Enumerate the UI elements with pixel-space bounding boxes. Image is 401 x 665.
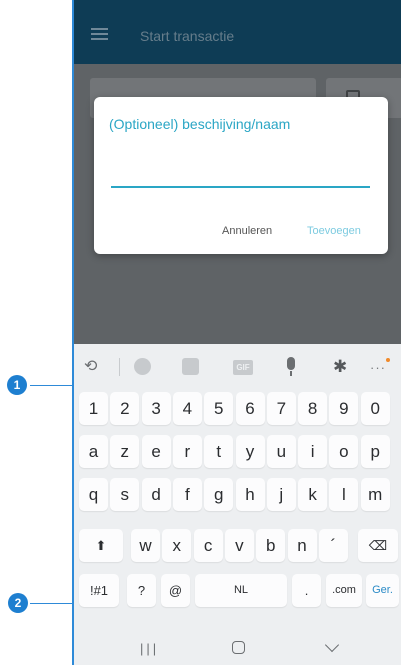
key-row-numbers-6[interactable]: 7 <box>266 392 296 425</box>
keyboard-toolbar: ⟲ GIF ✱ ··· <box>74 344 401 388</box>
add-button[interactable]: Toevoegen <box>307 225 361 237</box>
key-row-1-7[interactable]: i <box>298 435 328 468</box>
key-row-2-1[interactable]: s <box>110 478 140 511</box>
app-bar: Start transactie <box>74 0 401 64</box>
space-key[interactable]: NL <box>195 574 287 607</box>
key-row-1-4[interactable]: t <box>204 435 234 468</box>
key-row-numbers-4[interactable]: 5 <box>204 392 234 425</box>
key-row-numbers-3[interactable]: 4 <box>172 392 202 425</box>
question-key[interactable]: ? <box>127 574 156 607</box>
key-row-3-5[interactable]: n <box>287 529 317 562</box>
system-nav-bar: ||| <box>74 629 401 665</box>
dialog-title: (Optioneel) beschijving/naam <box>109 116 291 132</box>
key-row-numbers-7[interactable]: 8 <box>298 392 328 425</box>
at-key[interactable]: @ <box>161 574 190 607</box>
key-row-2-8[interactable]: l <box>329 478 359 511</box>
key-row-3-4[interactable]: b <box>256 529 286 562</box>
key-row-1-1[interactable]: z <box>110 435 140 468</box>
key-row-3-3[interactable]: v <box>224 529 254 562</box>
key-row-1-9[interactable]: p <box>360 435 390 468</box>
key-row-2-6[interactable]: j <box>266 478 296 511</box>
phone-screen: Start transactie (Optioneel) beschijving… <box>72 0 401 665</box>
key-row-numbers-8[interactable]: 9 <box>329 392 359 425</box>
description-input-underline[interactable] <box>111 186 370 188</box>
back-chevron-icon[interactable] <box>324 637 340 653</box>
app-title: Start transactie <box>140 28 235 44</box>
recent-apps-icon[interactable]: ||| <box>140 641 159 656</box>
symbols-key[interactable]: !#1 <box>79 574 119 607</box>
key-row-3-2[interactable]: c <box>193 529 223 562</box>
translate-icon[interactable]: ⟲ <box>84 357 106 377</box>
key-row-2-3[interactable]: f <box>172 478 202 511</box>
callout-2: 2 <box>8 593 28 613</box>
key-row-1-3[interactable]: r <box>172 435 202 468</box>
key-row-3-6[interactable]: ´ <box>318 529 348 562</box>
description-dialog: (Optioneel) beschijving/naam Annuleren T… <box>94 97 388 254</box>
callout-2-line <box>30 603 74 604</box>
on-screen-keyboard: ⟲ GIF ✱ ··· 1234567890 azertyuiop qsdfghjk… <box>74 344 401 665</box>
emoji-icon[interactable] <box>134 358 151 375</box>
key-row-2-4[interactable]: g <box>204 478 234 511</box>
done-key[interactable]: Ger. <box>366 574 399 607</box>
key-row-numbers-0[interactable]: 1 <box>79 392 108 425</box>
gif-icon[interactable]: GIF <box>233 360 253 375</box>
key-row-numbers-2[interactable]: 3 <box>141 392 171 425</box>
key-row-3-0[interactable]: w <box>131 529 160 562</box>
key-row-numbers-1[interactable]: 2 <box>110 392 140 425</box>
microphone-stem <box>290 371 292 376</box>
home-icon[interactable] <box>232 641 245 654</box>
key-row-1-6[interactable]: u <box>266 435 296 468</box>
backspace-key[interactable]: ⌫ <box>358 529 398 562</box>
hamburger-menu-icon[interactable] <box>91 28 108 40</box>
key-row-2-5[interactable]: h <box>235 478 265 511</box>
key-row-1-8[interactable]: o <box>329 435 359 468</box>
callout-1: 1 <box>7 375 27 395</box>
microphone-icon[interactable] <box>287 357 295 370</box>
key-row-3-1[interactable]: x <box>162 529 192 562</box>
com-key[interactable]: .com <box>326 574 362 607</box>
callout-1-line <box>30 385 74 386</box>
key-row-numbers-9[interactable]: 0 <box>360 392 390 425</box>
more-icon[interactable]: ··· <box>370 360 386 378</box>
cancel-button[interactable]: Annuleren <box>222 225 272 237</box>
key-row-numbers-5[interactable]: 6 <box>235 392 265 425</box>
period-key[interactable]: . <box>292 574 321 607</box>
key-row-2-2[interactable]: d <box>141 478 171 511</box>
sticker-icon[interactable] <box>182 358 199 375</box>
key-row-1-5[interactable]: y <box>235 435 265 468</box>
gear-icon[interactable]: ✱ <box>333 358 350 375</box>
shift-key[interactable]: ⬆ <box>79 529 123 562</box>
key-row-1-2[interactable]: e <box>141 435 171 468</box>
tutorial-screenshot: Start transactie (Optioneel) beschijving… <box>0 0 401 665</box>
key-row-1-0[interactable]: a <box>79 435 108 468</box>
key-row-2-0[interactable]: q <box>79 478 108 511</box>
key-row-2-9[interactable]: m <box>360 478 390 511</box>
key-row-2-7[interactable]: k <box>298 478 328 511</box>
toolbar-divider <box>119 358 120 376</box>
notification-dot <box>386 358 390 362</box>
